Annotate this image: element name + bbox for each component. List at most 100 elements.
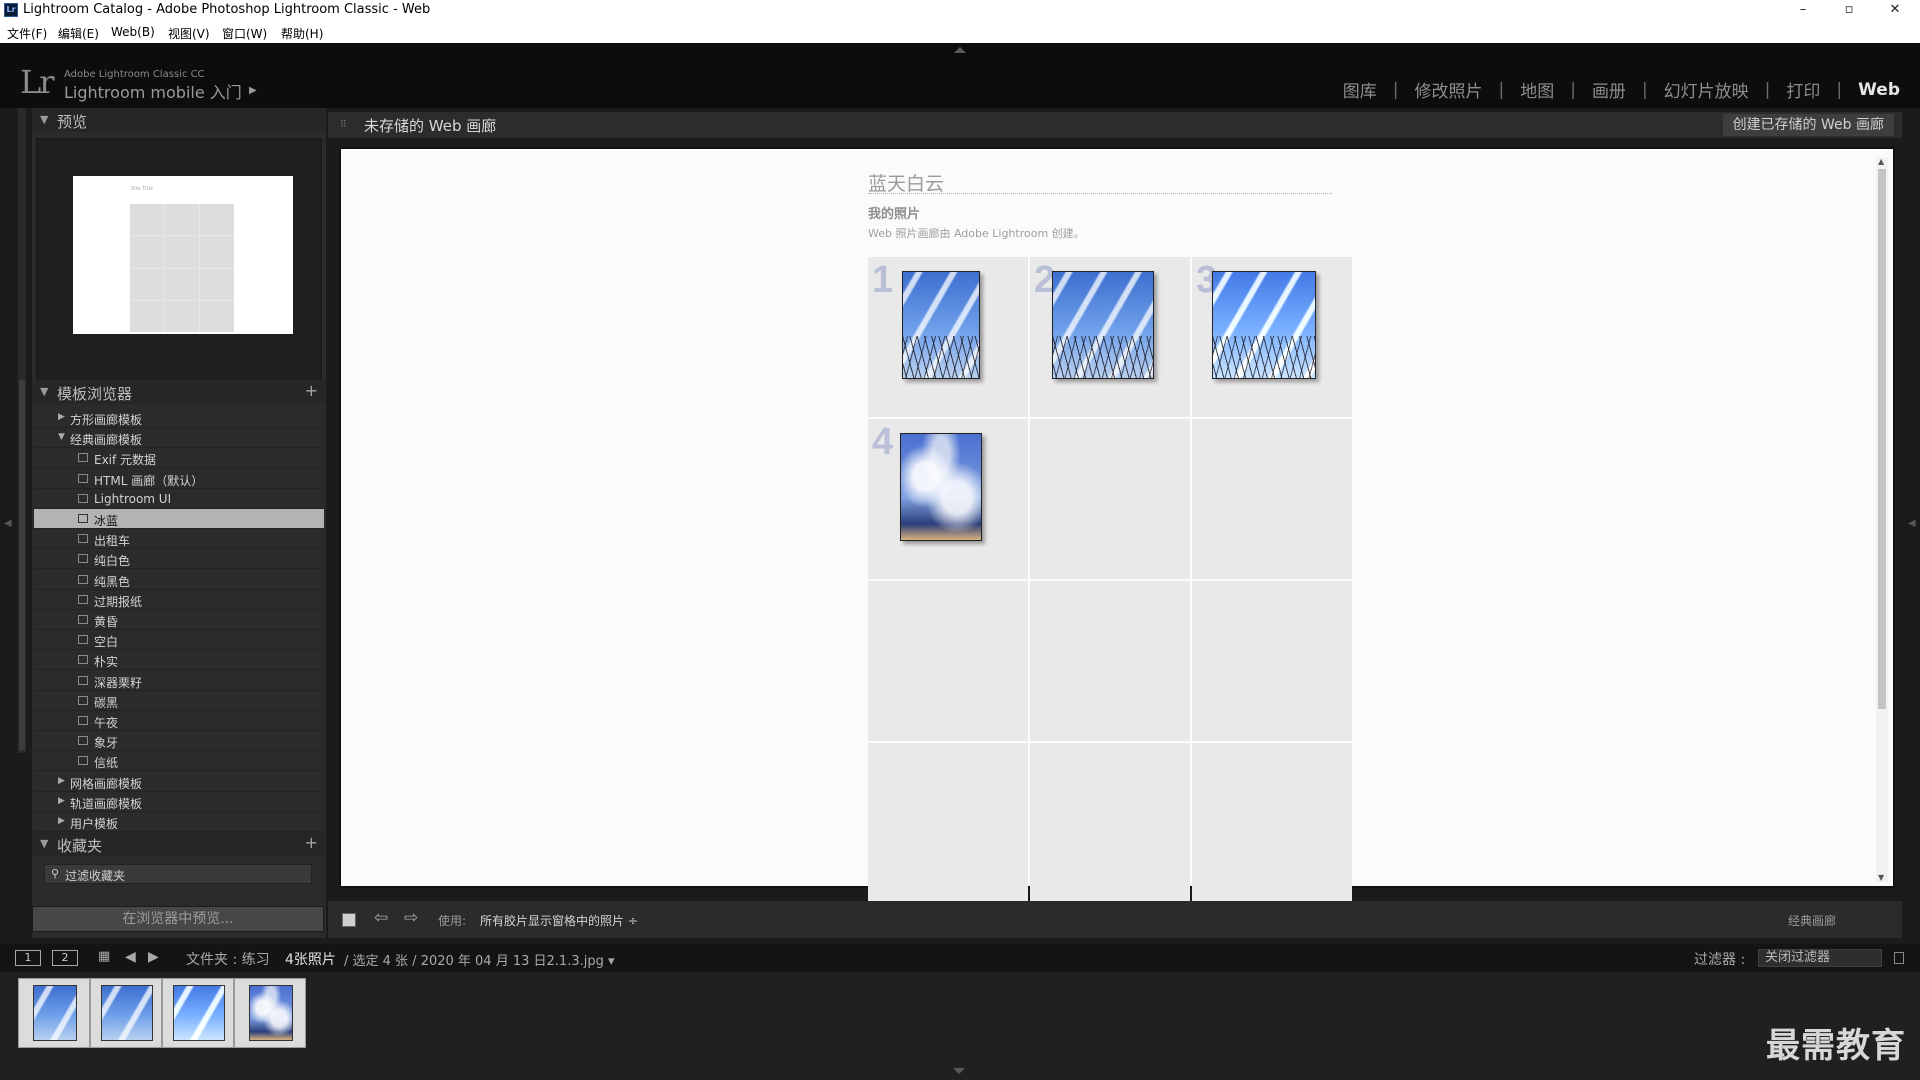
grid-view-icon[interactable]: ▦ <box>98 949 110 964</box>
template-folder[interactable]: ▼ 经典画廊模板 <box>34 428 324 449</box>
template-item[interactable]: 黄昏 <box>34 610 324 630</box>
filmstrip-photo[interactable] <box>173 985 225 1041</box>
menu-window[interactable]: 窗口(W) <box>222 25 267 42</box>
template-item[interactable]: 深器栗籽 <box>34 671 324 691</box>
photo-thumbnail[interactable] <box>902 271 980 379</box>
collection-title[interactable]: 我的照片 <box>868 203 920 222</box>
module-web[interactable]: Web <box>1856 80 1902 100</box>
scroll-down-icon[interactable]: ▼ <box>1878 873 1884 882</box>
left-panel-scroll-thumb[interactable] <box>19 380 25 750</box>
filmstrip-thumbnail[interactable] <box>162 978 234 1048</box>
tree-item-label: 纯黑色 <box>94 574 131 589</box>
close-button[interactable]: ✕ <box>1872 0 1918 21</box>
template-item[interactable]: Lightroom UI <box>34 489 324 509</box>
forward-arrow-icon[interactable]: ▶ <box>148 949 159 965</box>
add-collection-icon[interactable]: + <box>305 833 318 852</box>
grid-cell[interactable]: 1 <box>868 257 1028 417</box>
module-library[interactable]: 图库 <box>1341 77 1379 102</box>
filter-label: 过滤器 : <box>1694 952 1746 968</box>
filmstrip-thumbnail[interactable] <box>90 978 162 1048</box>
module-slideshow[interactable]: 幻灯片放映 <box>1662 77 1751 102</box>
menu-file[interactable]: 文件(F) <box>7 25 47 42</box>
filter-select[interactable]: 关闭过滤器 <box>1758 949 1882 967</box>
photo-thumbnail[interactable] <box>900 433 982 541</box>
module-book[interactable]: 画册 <box>1590 77 1628 102</box>
template-item[interactable]: 象牙 <box>34 731 324 752</box>
disclosure-down-icon[interactable]: ▼ <box>58 432 65 442</box>
disclosure-down-icon[interactable]: ▼ <box>40 113 48 126</box>
menu-view[interactable]: 视图(V) <box>168 25 210 42</box>
filmstrip-photo[interactable] <box>249 985 293 1041</box>
left-panel-scrollbar[interactable] <box>18 108 26 753</box>
disclosure-right-icon[interactable]: ▶ <box>58 776 65 786</box>
template-folder[interactable]: ▶ 轨道画廊模板 <box>34 792 324 812</box>
collapse-left-panel-icon[interactable]: ◀ <box>4 518 12 529</box>
main-window-button[interactable]: 1 <box>15 950 41 966</box>
create-saved-gallery-button[interactable]: 创建已存储的 Web 画廊 <box>1722 114 1894 136</box>
preview-in-browser-button[interactable]: 在浏览器中预览... <box>32 906 324 932</box>
mobile-getting-started[interactable]: Lightroom mobile 入门 <box>64 79 242 103</box>
photo-thumbnail[interactable] <box>1052 271 1154 379</box>
stop-icon[interactable] <box>342 913 356 927</box>
filmstrip-photo[interactable] <box>33 985 77 1041</box>
menu-edit[interactable]: 编辑(E) <box>58 25 99 42</box>
collapse-top-panel-icon[interactable] <box>954 47 966 53</box>
filmstrip-thumbnail[interactable] <box>18 978 90 1048</box>
grid-cell[interactable]: 4 <box>868 419 1028 579</box>
filter-lock-icon[interactable] <box>1894 952 1904 964</box>
source-folder[interactable]: 文件夹 : 练习 <box>186 949 270 969</box>
template-folder[interactable]: ▶ 网格画廊模板 <box>34 772 324 792</box>
disclosure-right-icon[interactable]: ▶ <box>58 412 65 422</box>
minimize-button[interactable]: – <box>1780 0 1826 21</box>
scroll-up-icon[interactable]: ▲ <box>1878 157 1884 166</box>
grid-cell[interactable]: 3 <box>1192 257 1352 417</box>
photo-thumbnail[interactable] <box>1212 271 1316 379</box>
previous-arrow-icon[interactable]: ⇦ <box>374 908 388 928</box>
add-template-icon[interactable]: + <box>305 381 318 400</box>
maximize-button[interactable]: ▫ <box>1826 0 1872 21</box>
template-item[interactable]: 纯黑色 <box>34 570 324 590</box>
disclosure-down-icon[interactable]: ▼ <box>40 837 48 850</box>
gallery-scroll-thumb[interactable] <box>1878 169 1886 709</box>
play-arrow-icon[interactable]: ▶ <box>249 85 257 96</box>
template-folder[interactable]: ▶ 方形画廊模板 <box>34 408 324 428</box>
template-browser-header[interactable]: ▼ 模板浏览器 + <box>32 380 326 404</box>
use-source-select[interactable]: 所有胶片显示窗格中的照片 ÷ <box>480 912 638 929</box>
template-item[interactable]: 冰蓝 <box>34 509 324 529</box>
filmstrip-thumbnail[interactable] <box>234 978 306 1048</box>
filmstrip-photo[interactable] <box>101 985 153 1041</box>
secondary-window-button[interactable]: 2 <box>52 950 78 966</box>
template-item[interactable]: HTML 画廊（默认） <box>34 469 324 489</box>
site-title[interactable]: 蓝天白云 <box>868 169 944 196</box>
disclosure-right-icon[interactable]: ▶ <box>58 796 65 806</box>
gallery-credit[interactable]: Web 照片画廊由 Adobe Lightroom 创建。 <box>868 225 1085 241</box>
module-map[interactable]: 地图 <box>1518 77 1556 102</box>
next-arrow-icon[interactable]: ⇨ <box>404 908 418 928</box>
collapse-right-panel-icon[interactable]: ◀ <box>1908 518 1916 529</box>
module-develop[interactable]: 修改照片 <box>1412 77 1484 102</box>
selection-info[interactable]: / 选定 4 张 / 2020 年 04 月 13 日2.1.3.jpg ▾ <box>344 950 615 969</box>
template-item[interactable]: 朴实 <box>34 650 324 671</box>
template-item[interactable]: 午夜 <box>34 711 324 731</box>
template-item[interactable]: 纯白色 <box>34 549 324 570</box>
template-item[interactable]: Exif 元数据 <box>34 448 324 469</box>
template-item[interactable]: 碳黑 <box>34 691 324 711</box>
collections-header[interactable]: ▼ 收藏夹 + <box>32 832 326 856</box>
collections-filter-input[interactable]: ⚲ 过滤收藏夹 <box>44 864 312 884</box>
template-item[interactable]: 信纸 <box>34 751 324 772</box>
template-item[interactable]: 过期报纸 <box>34 590 324 610</box>
collapse-bottom-panel-icon[interactable] <box>953 1068 965 1074</box>
template-folder[interactable]: ▶ 用户模板 <box>34 812 324 832</box>
template-item[interactable]: 空白 <box>34 630 324 651</box>
gallery-scrollbar[interactable]: ▲ ▼ <box>1876 157 1888 882</box>
disclosure-down-icon[interactable]: ▼ <box>40 385 48 398</box>
template-item[interactable]: 出租车 <box>34 529 324 550</box>
menu-web[interactable]: Web(B) <box>111 25 155 39</box>
tree-item-label: 网格画廊模板 <box>70 776 143 791</box>
menu-help[interactable]: 帮助(H) <box>281 25 323 42</box>
disclosure-right-icon[interactable]: ▶ <box>58 816 65 826</box>
grid-cell[interactable]: 2 <box>1030 257 1190 417</box>
module-print[interactable]: 打印 <box>1784 77 1822 102</box>
preview-panel-header[interactable]: ▼ 预览 <box>32 108 326 132</box>
back-arrow-icon[interactable]: ◀ <box>125 949 136 965</box>
